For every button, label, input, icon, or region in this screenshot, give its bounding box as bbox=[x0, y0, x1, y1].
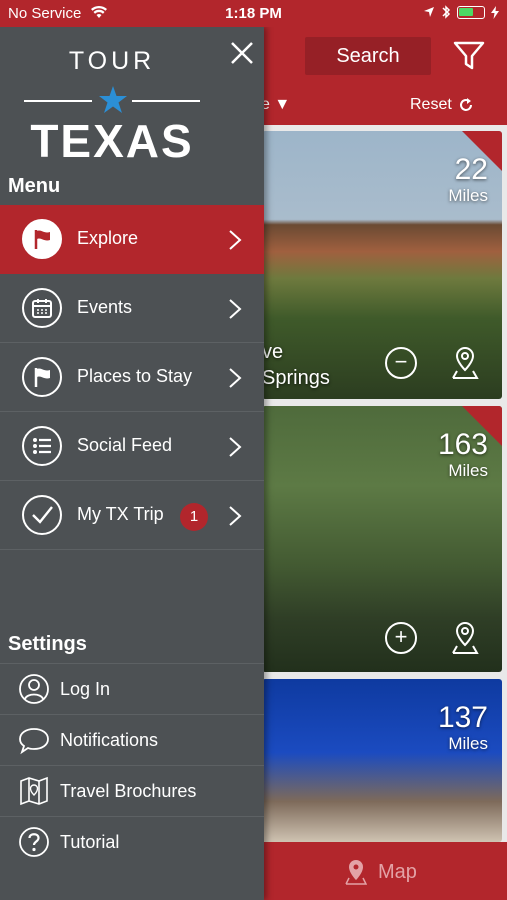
charging-bolt-icon bbox=[491, 5, 499, 19]
listing-card[interactable]: 22 Miles ve Springs − bbox=[262, 131, 502, 399]
settings-list: Log In Notifications Travel Brochures Tu… bbox=[0, 663, 264, 867]
menu-item-label: Social Feed bbox=[77, 435, 173, 455]
add-to-trip-button[interactable]: + bbox=[385, 622, 417, 654]
refresh-icon bbox=[459, 98, 472, 111]
card-title-line2: Springs bbox=[262, 367, 330, 389]
map-brochure-icon bbox=[20, 776, 48, 806]
calendar-icon bbox=[32, 299, 52, 318]
menu-item-places-to-stay[interactable]: Places to Stay bbox=[0, 343, 264, 412]
help-icon bbox=[19, 827, 49, 857]
chat-bubble-icon bbox=[19, 728, 49, 755]
card-title-line1: ve bbox=[262, 341, 284, 363]
chevron-right-icon bbox=[229, 437, 242, 457]
map-label: Map bbox=[378, 861, 417, 883]
location-pin-icon[interactable] bbox=[449, 345, 481, 381]
remove-from-trip-button[interactable]: − bbox=[385, 347, 417, 379]
chevron-right-icon bbox=[229, 299, 242, 319]
settings-heading: Settings bbox=[8, 633, 87, 655]
chevron-right-icon bbox=[229, 230, 242, 250]
flag-icon bbox=[34, 230, 50, 249]
logo-tour-text: TOUR bbox=[68, 47, 156, 75]
distance-unit: Miles bbox=[448, 186, 488, 205]
reset-button[interactable]: Reset bbox=[410, 96, 474, 114]
menu-item-label: Explore bbox=[77, 228, 139, 248]
star-icon bbox=[99, 86, 127, 113]
distance-unit: Miles bbox=[448, 734, 488, 753]
menu-item-social-feed[interactable]: Social Feed bbox=[0, 412, 264, 481]
bluetooth-icon bbox=[442, 5, 451, 19]
settings-item-label: Travel Brochures bbox=[60, 781, 197, 801]
settings-item-label: Log In bbox=[60, 679, 111, 699]
menu-item-my-tx-trip[interactable]: My TX Trip 1 bbox=[0, 481, 264, 550]
search-button[interactable]: Search bbox=[305, 37, 431, 75]
map-pin-icon bbox=[345, 860, 367, 885]
side-drawer: TOUR TEXAS Menu Explore Events Places to… bbox=[0, 27, 264, 900]
close-icon[interactable] bbox=[229, 40, 255, 66]
reset-label: Reset bbox=[410, 96, 452, 113]
location-arrow-icon bbox=[424, 7, 434, 17]
distance-value: 163 bbox=[437, 428, 488, 461]
menu-item-events[interactable]: Events bbox=[0, 274, 264, 343]
chevron-down-icon: ▼ bbox=[274, 96, 291, 113]
listing-card[interactable]: 137 Miles bbox=[262, 679, 502, 842]
settings-item-log-in[interactable]: Log In bbox=[0, 663, 264, 714]
menu-item-label: Places to Stay bbox=[77, 366, 193, 386]
status-bar: No Service 1:18 PM bbox=[0, 0, 507, 27]
menu-item-label: Events bbox=[77, 297, 133, 317]
menu-list: Explore Events Places to Stay Social Fee… bbox=[0, 205, 264, 550]
flag-icon bbox=[34, 368, 50, 387]
chevron-right-icon bbox=[229, 368, 242, 388]
logo-texas-text: TEXAS bbox=[30, 115, 194, 167]
settings-item-notifications[interactable]: Notifications bbox=[0, 714, 264, 765]
listing-card[interactable]: 163 Miles + bbox=[262, 406, 502, 672]
chevron-right-icon bbox=[229, 506, 242, 526]
distance-unit: Miles bbox=[448, 461, 488, 480]
distance-value: 137 bbox=[437, 701, 488, 734]
check-icon bbox=[32, 506, 53, 524]
distance-value: 22 bbox=[454, 153, 488, 186]
menu-heading: Menu bbox=[8, 175, 61, 197]
user-icon bbox=[19, 674, 49, 704]
list-icon bbox=[33, 438, 51, 454]
trip-count-badge: 1 bbox=[180, 503, 208, 531]
battery-icon bbox=[457, 5, 485, 19]
menu-item-label: My TX Trip bbox=[77, 504, 164, 524]
menu-item-explore[interactable]: Explore bbox=[0, 205, 264, 274]
settings-item-travel-brochures[interactable]: Travel Brochures bbox=[0, 765, 264, 816]
location-pin-icon[interactable] bbox=[449, 620, 481, 656]
settings-item-label: Notifications bbox=[60, 730, 159, 750]
settings-item-tutorial[interactable]: Tutorial bbox=[0, 816, 264, 867]
filter-icon[interactable] bbox=[452, 40, 486, 72]
settings-item-label: Tutorial bbox=[60, 832, 120, 852]
tour-texas-logo: TOUR TEXAS bbox=[24, 47, 200, 169]
